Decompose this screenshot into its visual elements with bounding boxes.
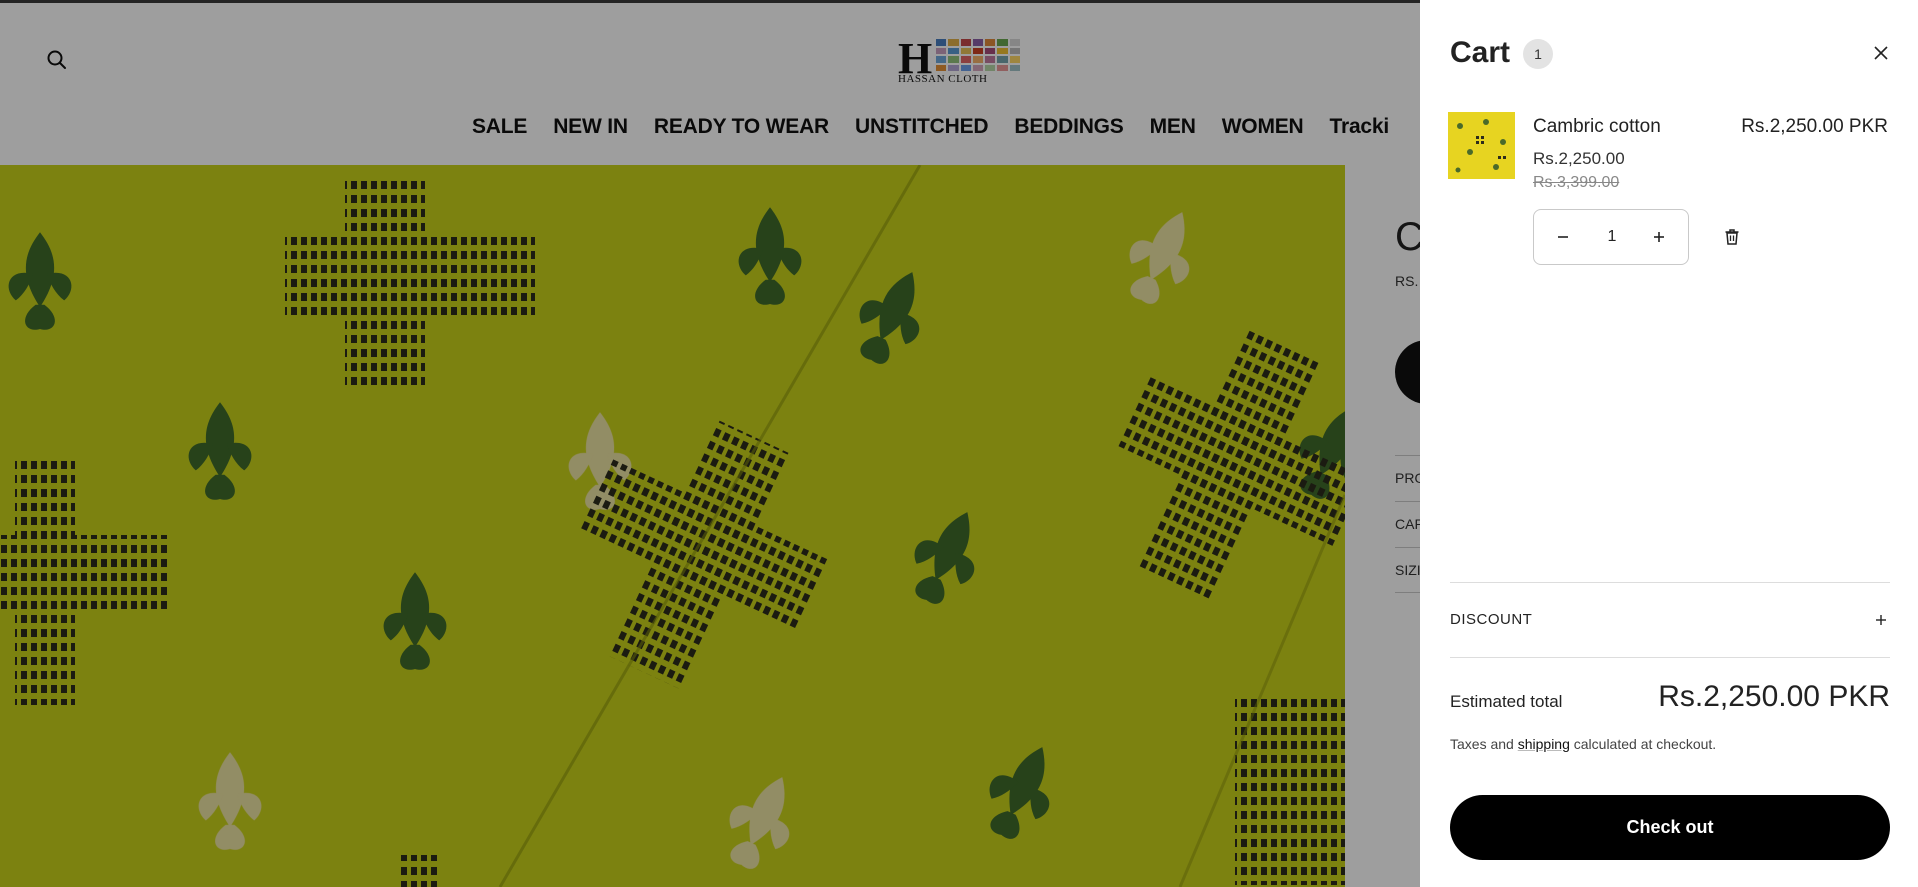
drawer-overlay[interactable] xyxy=(0,0,1420,887)
checkout-button[interactable]: Check out xyxy=(1450,795,1890,860)
quantity-stepper: 1 xyxy=(1533,209,1689,265)
close-icon[interactable] xyxy=(1868,40,1894,66)
cart-item-thumbnail[interactable] xyxy=(1448,112,1515,179)
cart-count-badge: 1 xyxy=(1523,39,1553,69)
tax-note: Taxes and shipping calculated at checkou… xyxy=(1450,736,1716,752)
estimated-total-value: Rs.2,250.00 PKR xyxy=(1658,680,1890,713)
cart-title: Cart xyxy=(1450,36,1511,69)
divider xyxy=(1450,657,1890,658)
trash-icon[interactable] xyxy=(1720,225,1744,249)
cart-item-line-total: Rs.2,250.00 PKR xyxy=(1741,116,1888,137)
cart-item-name[interactable]: Cambric cotton xyxy=(1533,116,1661,138)
quantity-value[interactable]: 1 xyxy=(1592,210,1632,264)
shipping-link[interactable]: shipping xyxy=(1518,736,1570,752)
minus-icon[interactable] xyxy=(1550,224,1576,250)
tax-note-before: Taxes and xyxy=(1450,736,1518,752)
cart-drawer: Cart 1 Cambric cotton Rs.2,250.00 Rs.3,3… xyxy=(1420,0,1918,887)
cart-item-compare-price: Rs.3,399.00 xyxy=(1533,174,1620,191)
cart-item-price: Rs.2,250.00 xyxy=(1533,149,1625,168)
estimated-total-label: Estimated total xyxy=(1450,692,1563,711)
discount-toggle[interactable]: DISCOUNT xyxy=(1450,583,1890,657)
plus-icon[interactable] xyxy=(1646,224,1672,250)
discount-label: DISCOUNT xyxy=(1450,611,1533,628)
plus-icon[interactable] xyxy=(1872,611,1890,629)
tax-note-after: calculated at checkout. xyxy=(1569,736,1717,752)
